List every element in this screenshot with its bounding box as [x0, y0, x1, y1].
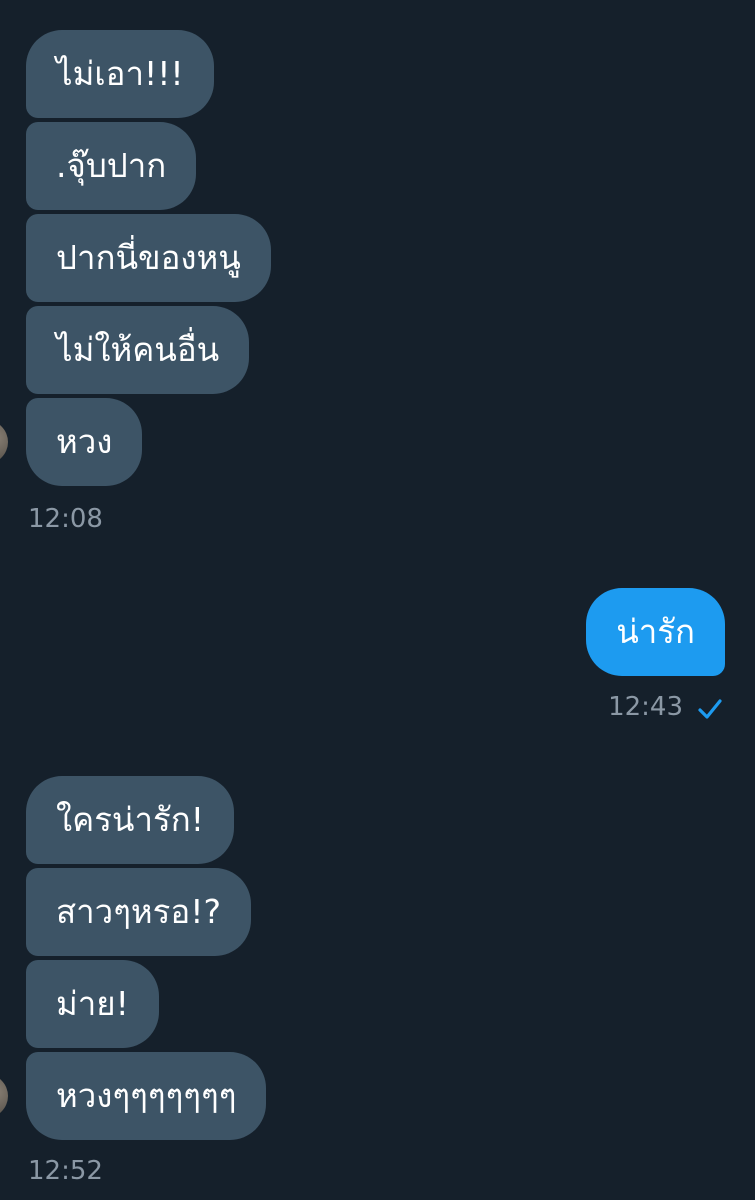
incoming-message[interactable]: สาวๆหรอ!?: [26, 868, 251, 956]
incoming-message[interactable]: ไม่ให้คนอื่น: [26, 306, 250, 394]
incoming-message[interactable]: หวงๆๆๆๆๆๆๆ: [26, 1052, 267, 1140]
message-timestamp: 12:52: [28, 1156, 103, 1186]
message-timestamp: 12:08: [28, 504, 103, 534]
incoming-message[interactable]: หวง: [26, 398, 143, 486]
check-icon: [698, 699, 722, 719]
outgoing-message[interactable]: น่ารัก: [586, 588, 725, 676]
incoming-message[interactable]: ไม่เอา!!!: [26, 30, 214, 118]
message-timestamp: 12:43: [608, 692, 683, 722]
incoming-message[interactable]: ใครน่ารัก!: [26, 776, 234, 864]
avatar[interactable]: [0, 1074, 8, 1118]
incoming-message[interactable]: ม่าย!: [26, 960, 159, 1048]
incoming-message[interactable]: .จุ๊บปาก: [26, 122, 197, 210]
avatar[interactable]: [0, 420, 8, 464]
incoming-message[interactable]: ปากนี่ของหนู: [26, 214, 271, 302]
